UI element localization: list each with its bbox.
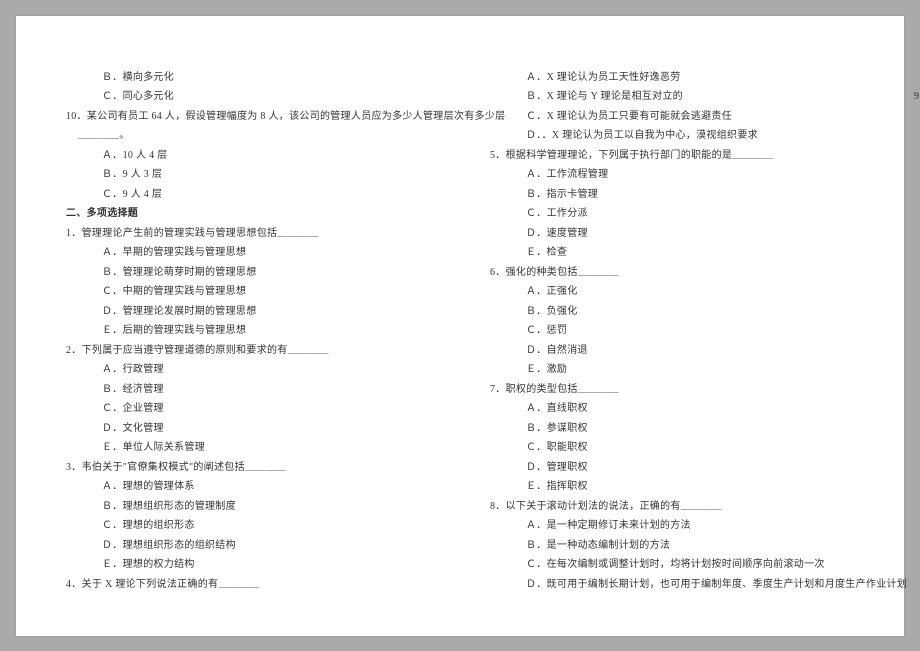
option-text: Ｂ．经济管理 xyxy=(66,380,430,400)
option-text: Ｂ．参谋职权 xyxy=(490,419,854,439)
question-text: 1．管理理论产生前的管理实践与管理思想包括＿＿＿＿ xyxy=(66,224,430,244)
option-text: Ｅ．理想的权力结构 xyxy=(66,555,430,575)
option-text: Ｃ．在每次编制或调整计划时，均将计划按时间顺序向前滚动一次 xyxy=(490,555,854,575)
question-text: 8．以下关于滚动计划法的说法，正确的有＿＿＿＿ xyxy=(490,497,854,517)
option-text: Ｅ．激励 xyxy=(490,360,854,380)
option-text: Ｄ．自然消退 xyxy=(490,341,854,361)
two-column-layout: Ｂ．横向多元化 Ｃ．同心多元化 10．某公司有员工 64 人，假设管理幅度为 8… xyxy=(66,68,854,596)
option-text: Ｄ．管理职权 xyxy=(490,458,854,478)
question-text: 10．某公司有员工 64 人，假设管理幅度为 8 人，该公司的管理人员应为多少人… xyxy=(66,107,430,127)
option-text: Ｂ．理想组织形态的管理制度 xyxy=(66,497,430,517)
option-text: Ｂ．9 人 3 层 xyxy=(66,165,430,185)
question-text: 2．下列属于应当遵守管理道德的原则和要求的有＿＿＿＿ xyxy=(66,341,430,361)
question-text: 7．职权的类型包括＿＿＿＿ xyxy=(490,380,854,400)
option-text: Ｄ．文化管理 xyxy=(66,419,430,439)
option-text: Ｃ．惩罚 xyxy=(490,321,854,341)
option-text: Ｅ．指挥职权 xyxy=(490,477,854,497)
option-text: Ａ．是一种定期修订未来计划的方法 xyxy=(490,516,854,536)
option-text: Ａ．X 理论认为员工天性好逸恶劳 xyxy=(490,68,854,88)
document-page: Ｂ．横向多元化 Ｃ．同心多元化 10．某公司有员工 64 人，假设管理幅度为 8… xyxy=(16,16,904,636)
option-text: Ｃ．职能职权 xyxy=(490,438,854,458)
option-text: Ｄ．既可用于编制长期计划，也可用于编制年度、季度生产计划和月度生产作业计划 xyxy=(490,575,854,595)
option-text: Ｃ．理想的组织形态 xyxy=(66,516,430,536)
option-text: Ｄ．管理理论发展时期的管理思想 xyxy=(66,302,430,322)
option-text: Ｂ．指示卡管理 xyxy=(490,185,854,205)
option-text: Ｃ．工作分派 xyxy=(490,204,854,224)
option-text: Ｂ．负强化 xyxy=(490,302,854,322)
question-text: 9．下列关于产品部门化的优势，不正确的说法是＿＿＿＿。 xyxy=(914,87,920,107)
option-text: Ａ．早期的管理实践与管理思想 xyxy=(66,243,430,263)
option-text: Ａ．行政管理 xyxy=(66,360,430,380)
option-text: Ｄ．速度管理 xyxy=(490,224,854,244)
option-text: Ｂ．X 理论与 Y 理论是相互对立的 xyxy=(490,87,854,107)
option-text: Ａ．直线职权 xyxy=(490,399,854,419)
question-text: 5．根据科学管理理论，下列属于执行部门的职能的是＿＿＿＿ xyxy=(490,146,854,166)
option-text: Ｂ．是一种动态编制计划的方法 xyxy=(490,536,854,556)
option-text: Ａ．理想的管理体系 xyxy=(66,477,430,497)
question-text: 4．关于 X 理论下列说法正确的有＿＿＿＿ xyxy=(66,575,430,595)
option-text: Ｂ．横向多元化 xyxy=(66,68,430,88)
option-text: Ｃ．X 理论认为员工只要有可能就会逃避责任 xyxy=(490,107,854,127)
option-text: Ｅ．单位人际关系管理 xyxy=(66,438,430,458)
option-text: Ｅ．是一种静态编制计划的方法 xyxy=(914,68,920,88)
option-text: Ｃ．同心多元化 xyxy=(66,87,430,107)
option-text: Ｅ．后期的管理实践与管理思想 xyxy=(66,321,430,341)
option-text: Ｃ．中期的管理实践与管理思想 xyxy=(66,282,430,302)
option-text: Ｃ．企业管理 xyxy=(66,399,430,419)
question-blank: ＿＿＿＿。 xyxy=(66,126,430,146)
option-text: Ｄ．．X 理论认为员工以自我为中心，漠视组织要求 xyxy=(490,126,854,146)
option-text: Ａ．10 人 4 层 xyxy=(66,146,430,166)
question-text: 6．强化的种类包括＿＿＿＿ xyxy=(490,263,854,283)
option-text: Ｄ．理想组织形态的组织结构 xyxy=(66,536,430,556)
question-text: 3．韦伯关于"官僚集权模式"的阐述包括＿＿＿＿ xyxy=(66,458,430,478)
option-text: Ａ．正强化 xyxy=(490,282,854,302)
option-text: Ｃ．9 人 4 层 xyxy=(66,185,430,205)
option-text: Ｂ．管理理论萌芽时期的管理思想 xyxy=(66,263,430,283)
option-text: Ｅ．检查 xyxy=(490,243,854,263)
section-heading: 二、多项选择题 xyxy=(66,204,430,224)
option-text: Ａ．工作流程管理 xyxy=(490,165,854,185)
